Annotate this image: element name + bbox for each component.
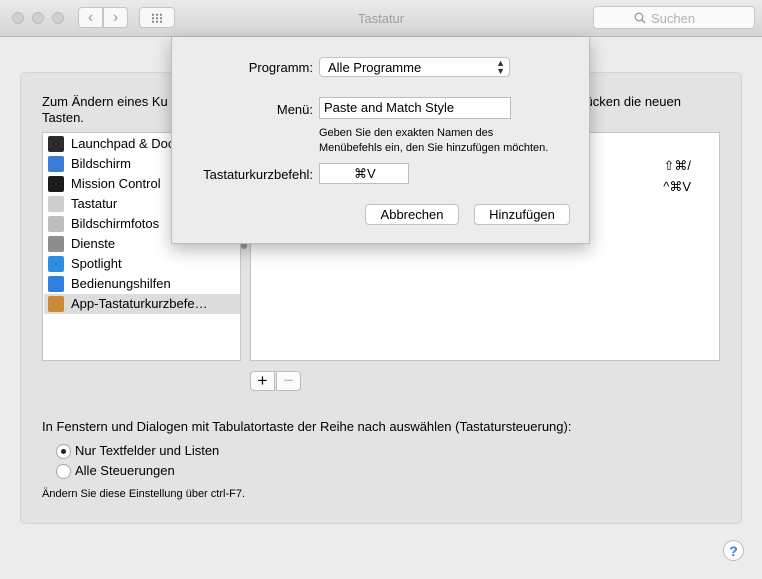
list-item[interactable]: Bedienungshilfen <box>44 274 240 294</box>
remove-shortcut-button[interactable]: − <box>276 371 301 391</box>
radio-button-selected[interactable] <box>56 444 71 459</box>
screenshot-icon <box>48 216 64 232</box>
description-line-1: Geben Sie den exakten Namen des <box>319 127 494 139</box>
menu-title-value: Paste and Match Style <box>324 100 455 115</box>
radio-label: Alle Steuerungen <box>75 463 175 478</box>
tab-navigation-heading: In Fenstern und Dialogen mit Tabulatorta… <box>42 419 572 434</box>
app-shortcuts-icon <box>48 296 64 312</box>
intro-text-right: drücken die neuen <box>574 94 681 109</box>
program-label: Programm: <box>248 60 313 75</box>
minus-icon: − <box>283 371 294 390</box>
add-shortcut-button[interactable]: + <box>250 371 275 391</box>
add-button[interactable]: Hinzufügen <box>474 204 570 225</box>
shortcut-key-2[interactable]: ^⌘V <box>663 179 691 195</box>
tab-navigation-hint: Ändern Sie diese Einstellung über ctrl-F… <box>42 488 245 500</box>
spotlight-icon <box>48 256 64 272</box>
search-field[interactable]: Suchen <box>593 6 755 29</box>
description-line-2: Menübefehls ein, den Sie hinzufügen möch… <box>319 142 549 154</box>
launchpad-dock-icon <box>48 136 64 152</box>
shortcut-value: ⌘V <box>354 166 376 181</box>
list-item[interactable]: Spotlight <box>44 254 240 274</box>
display-icon <box>48 156 64 172</box>
search-placeholder: Suchen <box>651 11 696 26</box>
services-gear-icon <box>48 236 64 252</box>
list-item-label: App-Tastaturkurzbefe… <box>71 296 208 311</box>
keyboard-icon <box>48 196 64 212</box>
menu-label: Menü: <box>276 102 313 117</box>
menu-description: Geben Sie den exakten Namen des Menübefe… <box>319 126 548 156</box>
list-item-label: Bildschirmfotos <box>71 216 160 231</box>
accessibility-icon <box>48 276 64 292</box>
radio-label: Nur Textfelder und Listen <box>75 443 220 458</box>
list-item-label: Bedienungshilfen <box>71 276 171 291</box>
list-item-label: Dienste <box>71 236 116 251</box>
search-icon <box>634 12 646 24</box>
shortcut-recorder-field[interactable]: ⌘V <box>319 163 409 184</box>
list-item-label: Launchpad & Doc <box>71 136 175 151</box>
plus-icon: + <box>257 371 268 390</box>
program-value: Alle Programme <box>328 60 422 75</box>
shortcut-label: Tastaturkurzbefehl: <box>203 167 313 182</box>
list-item-label: Bildschirm <box>71 156 131 171</box>
popup-arrows-icon: ▲ ▼ <box>496 58 505 76</box>
add-shortcut-sheet: Programm: Alle Programme ▲ ▼ Menü: Paste … <box>171 37 590 244</box>
question-mark-icon: ? <box>729 542 738 559</box>
help-button[interactable]: ? <box>723 540 744 561</box>
cancel-button[interactable]: Abbrechen <box>365 204 459 225</box>
list-item-label: Mission Control <box>71 176 161 191</box>
program-popup[interactable]: Alle Programme ▲ ▼ <box>319 57 510 77</box>
list-item-label: Tastatur <box>71 196 118 211</box>
radio-button[interactable] <box>56 464 71 479</box>
shortcut-key-1[interactable]: ⇧⌘/ <box>663 158 691 174</box>
list-item[interactable]: App-Tastaturkurzbefe… <box>44 294 240 314</box>
mission-control-icon <box>48 176 64 192</box>
list-item-label: Spotlight <box>71 256 122 271</box>
title-bar: ‹ › Tastatur Suchen <box>0 0 762 37</box>
menu-title-field[interactable]: Paste and Match Style <box>319 97 511 119</box>
